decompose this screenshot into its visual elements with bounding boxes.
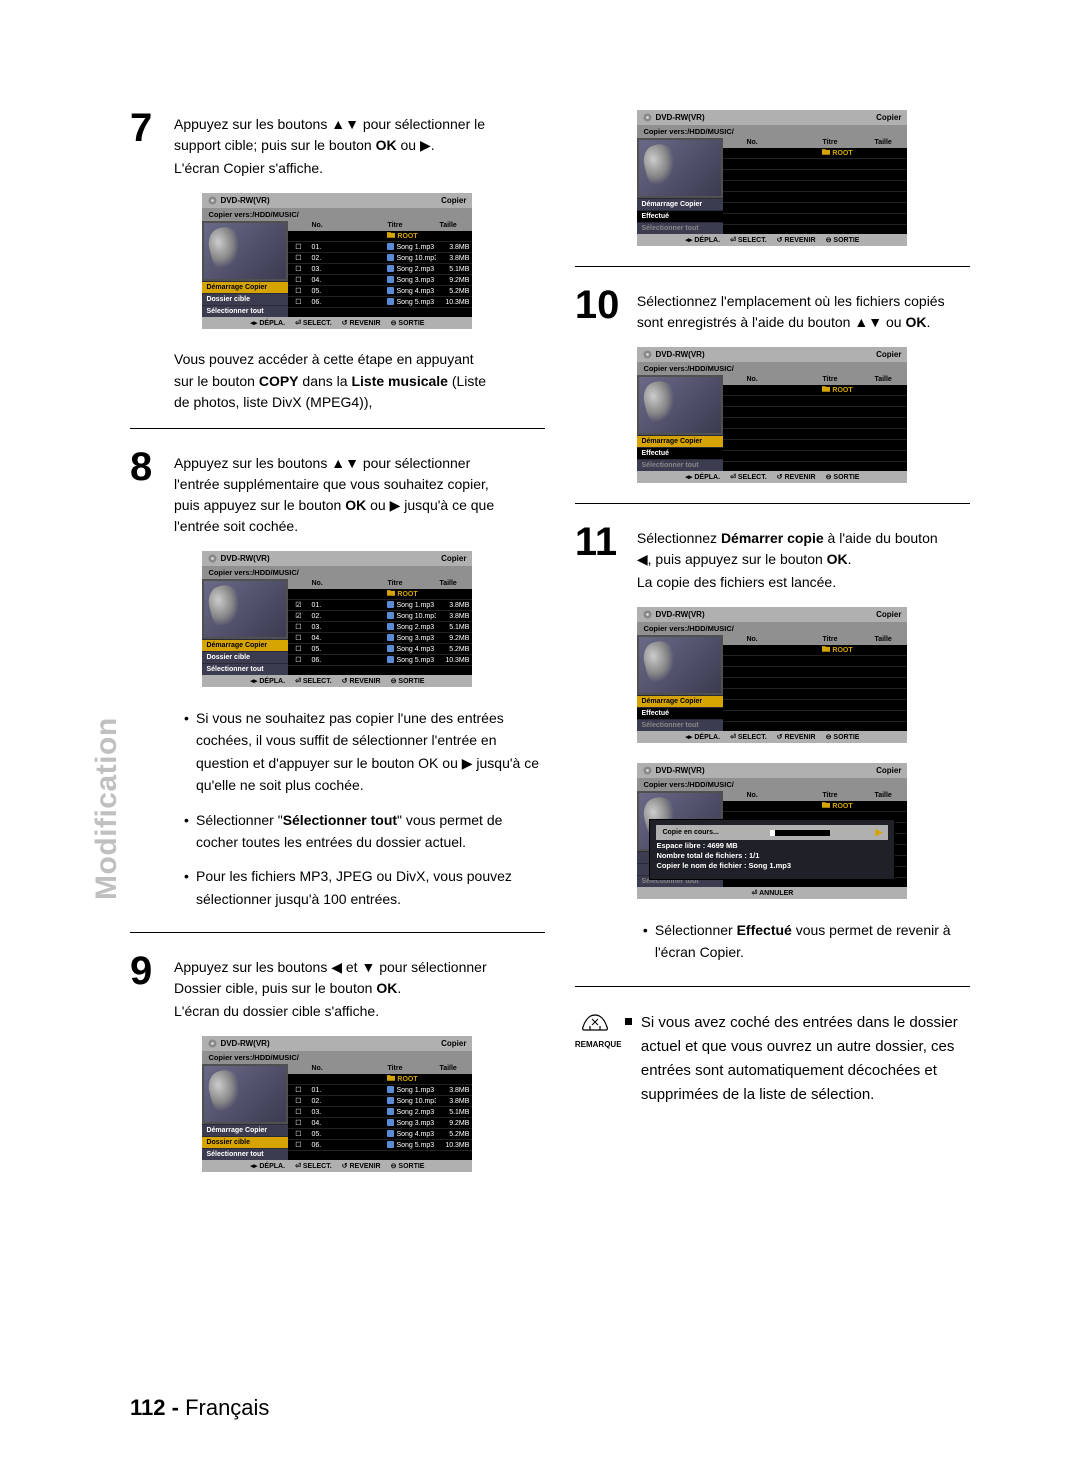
bullet: Pour les fichiers MP3, JPEG ou DivX, vou… [184, 865, 545, 910]
right-column: DVD-RW(VR)Copier Copier vers:/HDD/MUSIC/… [575, 110, 970, 1421]
bullets-8: Si vous ne souhaitez pas copier l'une de… [184, 707, 545, 910]
bullet: Sélectionner Effectué vous permet de rev… [643, 919, 970, 964]
ui-screenshot-11b: DVD-RW(VR)Copier Copier vers:/HDD/MUSIC/… [637, 763, 907, 899]
step-text: Sélectionnez Démarrer copie à l'aide du … [637, 524, 938, 593]
page-footer: 112 - Français [130, 1395, 269, 1421]
separator [575, 986, 970, 987]
separator [575, 266, 970, 267]
note-icon: REMARQUE [575, 1011, 615, 1107]
separator [130, 428, 545, 429]
step-11: 11 Sélectionnez Démarrer copie à l'aide … [575, 524, 970, 593]
note-text: Si vous avez coché des entrées dans le d… [625, 1011, 970, 1107]
step-text: Appuyez sur les boutons ▲▼ pour sélectio… [174, 449, 494, 537]
ui-screenshot-11a: DVD-RW(VR)Copier Copier vers:/HDD/MUSIC/… [637, 607, 907, 743]
step-number: 7 [130, 110, 164, 179]
ui-screenshot-10: DVD-RW(VR)Copier Copier vers:/HDD/MUSIC/… [637, 347, 907, 483]
step-text: Appuyez sur les boutons ◀ et ▼ pour séle… [174, 953, 487, 1022]
step-text: Sélectionnez l'emplacement où les fichie… [637, 287, 945, 333]
step-number: 9 [130, 953, 164, 1022]
separator [575, 503, 970, 504]
bullet: Sélectionner "Sélectionner tout" vous pe… [184, 809, 545, 854]
step-number: 8 [130, 449, 164, 537]
ui-screenshot-7: DVD-RW(VR)Copier Copier vers:/HDD/MUSIC/… [202, 193, 472, 329]
ui-screenshot-9b: DVD-RW(VR)Copier Copier vers:/HDD/MUSIC/… [637, 110, 907, 246]
step-10: 10 Sélectionnez l'emplacement où les fic… [575, 287, 970, 333]
ui-screenshot-9: DVD-RW(VR)Copier Copier vers:/HDD/MUSIC/… [202, 1036, 472, 1172]
step-number: 10 [575, 287, 627, 333]
section-heading: Modification [90, 717, 124, 900]
left-column: 7 Appuyez sur les boutons ▲▼ pour sélect… [130, 110, 545, 1421]
bullets-11: Sélectionner Effectué vous permet de rev… [643, 919, 970, 964]
separator [130, 932, 545, 933]
step-7: 7 Appuyez sur les boutons ▲▼ pour sélect… [130, 110, 545, 179]
step-8: 8 Appuyez sur les boutons ▲▼ pour sélect… [130, 449, 545, 537]
step-9: 9 Appuyez sur les boutons ◀ et ▼ pour sé… [130, 953, 545, 1022]
step-text: Appuyez sur les boutons ▲▼ pour sélectio… [174, 110, 485, 179]
step-number: 11 [575, 524, 627, 593]
paragraph-7: Vous pouvez accéder à cette étape en app… [174, 349, 545, 414]
ui-screenshot-8: DVD-RW(VR)Copier Copier vers:/HDD/MUSIC/… [202, 551, 472, 687]
note: REMARQUE Si vous avez coché des entrées … [575, 1011, 970, 1107]
bullet: Si vous ne souhaitez pas copier l'une de… [184, 707, 545, 797]
